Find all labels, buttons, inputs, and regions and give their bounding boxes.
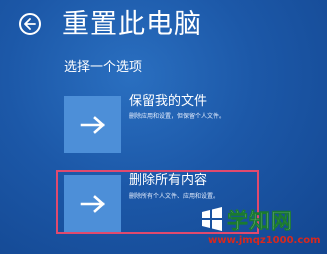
option-tile[interactable]: [64, 175, 121, 232]
page-subtitle: 选择一个选项: [64, 60, 143, 75]
watermark: 学知网 www.jmqz1000.com: [200, 204, 327, 254]
arrow-right-icon: [80, 194, 105, 213]
windows-logo-icon: [202, 207, 222, 231]
option-title: 保留我的文件: [129, 94, 208, 109]
arrow-right-icon: [80, 115, 105, 134]
back-button[interactable]: [19, 13, 41, 35]
watermark-name: 学知网: [227, 209, 293, 234]
back-arrow-icon: [24, 18, 36, 30]
option-title: 删除所有内容: [129, 173, 208, 188]
option-description: 删除应用和设置，但保留个人文件。: [129, 113, 226, 120]
option-tile[interactable]: [64, 96, 121, 153]
option-keep-files[interactable]: 保留我的文件 删除应用和设置，但保留个人文件。: [64, 90, 319, 156]
watermark-url: www.jmqz1000.com: [208, 235, 321, 246]
option-description: 删除所有个人文件、应用和设置。: [129, 193, 220, 200]
page-title: 重置此电脑: [62, 9, 202, 40]
